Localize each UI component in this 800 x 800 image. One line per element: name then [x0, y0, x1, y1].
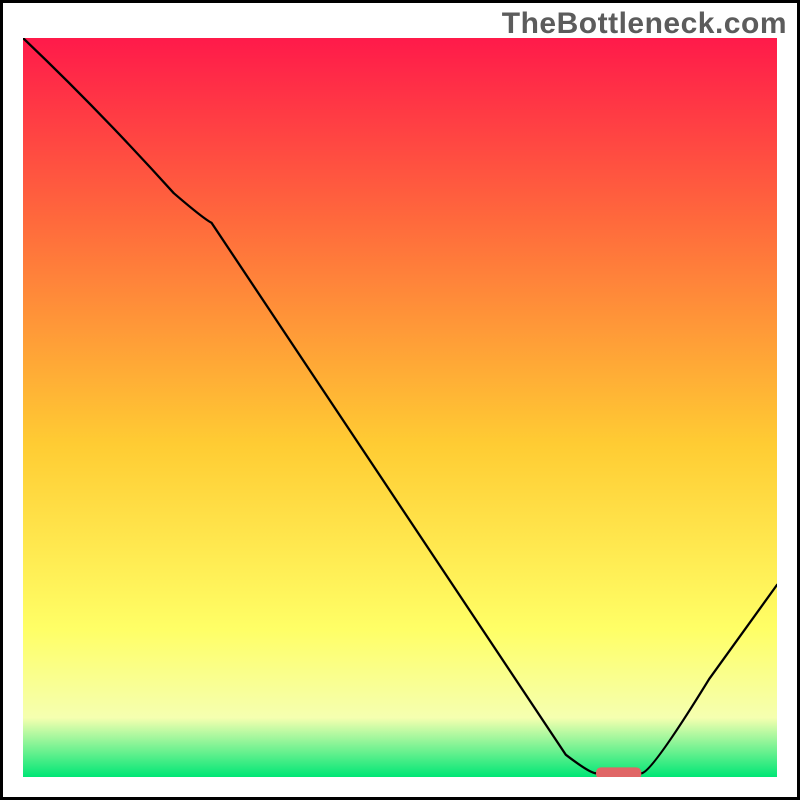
gradient-background: [23, 38, 777, 777]
chart-frame: TheBottleneck.com: [0, 0, 800, 800]
chart-svg: [23, 38, 777, 777]
plot-area: [23, 38, 777, 777]
optimal-zone-marker: [596, 767, 641, 777]
watermark-text: TheBottleneck.com: [502, 7, 787, 41]
